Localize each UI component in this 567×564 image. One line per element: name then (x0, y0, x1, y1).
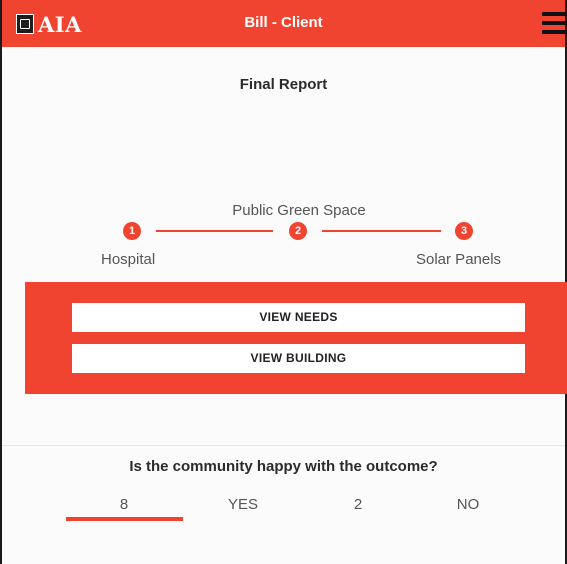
step-2-marker: 2 (289, 222, 307, 240)
menu-bar-line (542, 30, 567, 34)
yes-label[interactable]: YES (219, 496, 267, 513)
step-connector-line (322, 230, 441, 232)
step-3-label: Solar Panels (416, 251, 502, 268)
step-connector-line (156, 230, 273, 232)
yes-count[interactable]: 8 (100, 496, 148, 513)
step-2-label: Public Green Space (232, 202, 366, 219)
window-title: Bill - Client (244, 14, 323, 31)
step-3-marker: 3 (455, 222, 473, 240)
app-frame: AIA Bill - Client Final Report Public Gr… (0, 0, 567, 564)
no-label[interactable]: NO (444, 496, 492, 513)
menu-bar-line (542, 12, 567, 16)
actions-panel (25, 282, 567, 394)
view-needs-button[interactable]: VIEW NEEDS (72, 303, 525, 332)
selected-option-underline (66, 517, 183, 521)
top-bar: AIA Bill - Client (2, 0, 567, 47)
view-building-button[interactable]: VIEW BUILDING (72, 344, 525, 373)
menu-bar-line (542, 21, 567, 25)
report-title: Final Report (239, 76, 328, 93)
hamburger-menu-icon[interactable] (542, 12, 567, 34)
survey-question: Is the community happy with the outcome? (129, 458, 438, 475)
no-count[interactable]: 2 (334, 496, 382, 513)
step-1-label: Hospital (101, 251, 156, 268)
step-1-marker: 1 (123, 222, 141, 240)
section-divider (2, 445, 565, 446)
